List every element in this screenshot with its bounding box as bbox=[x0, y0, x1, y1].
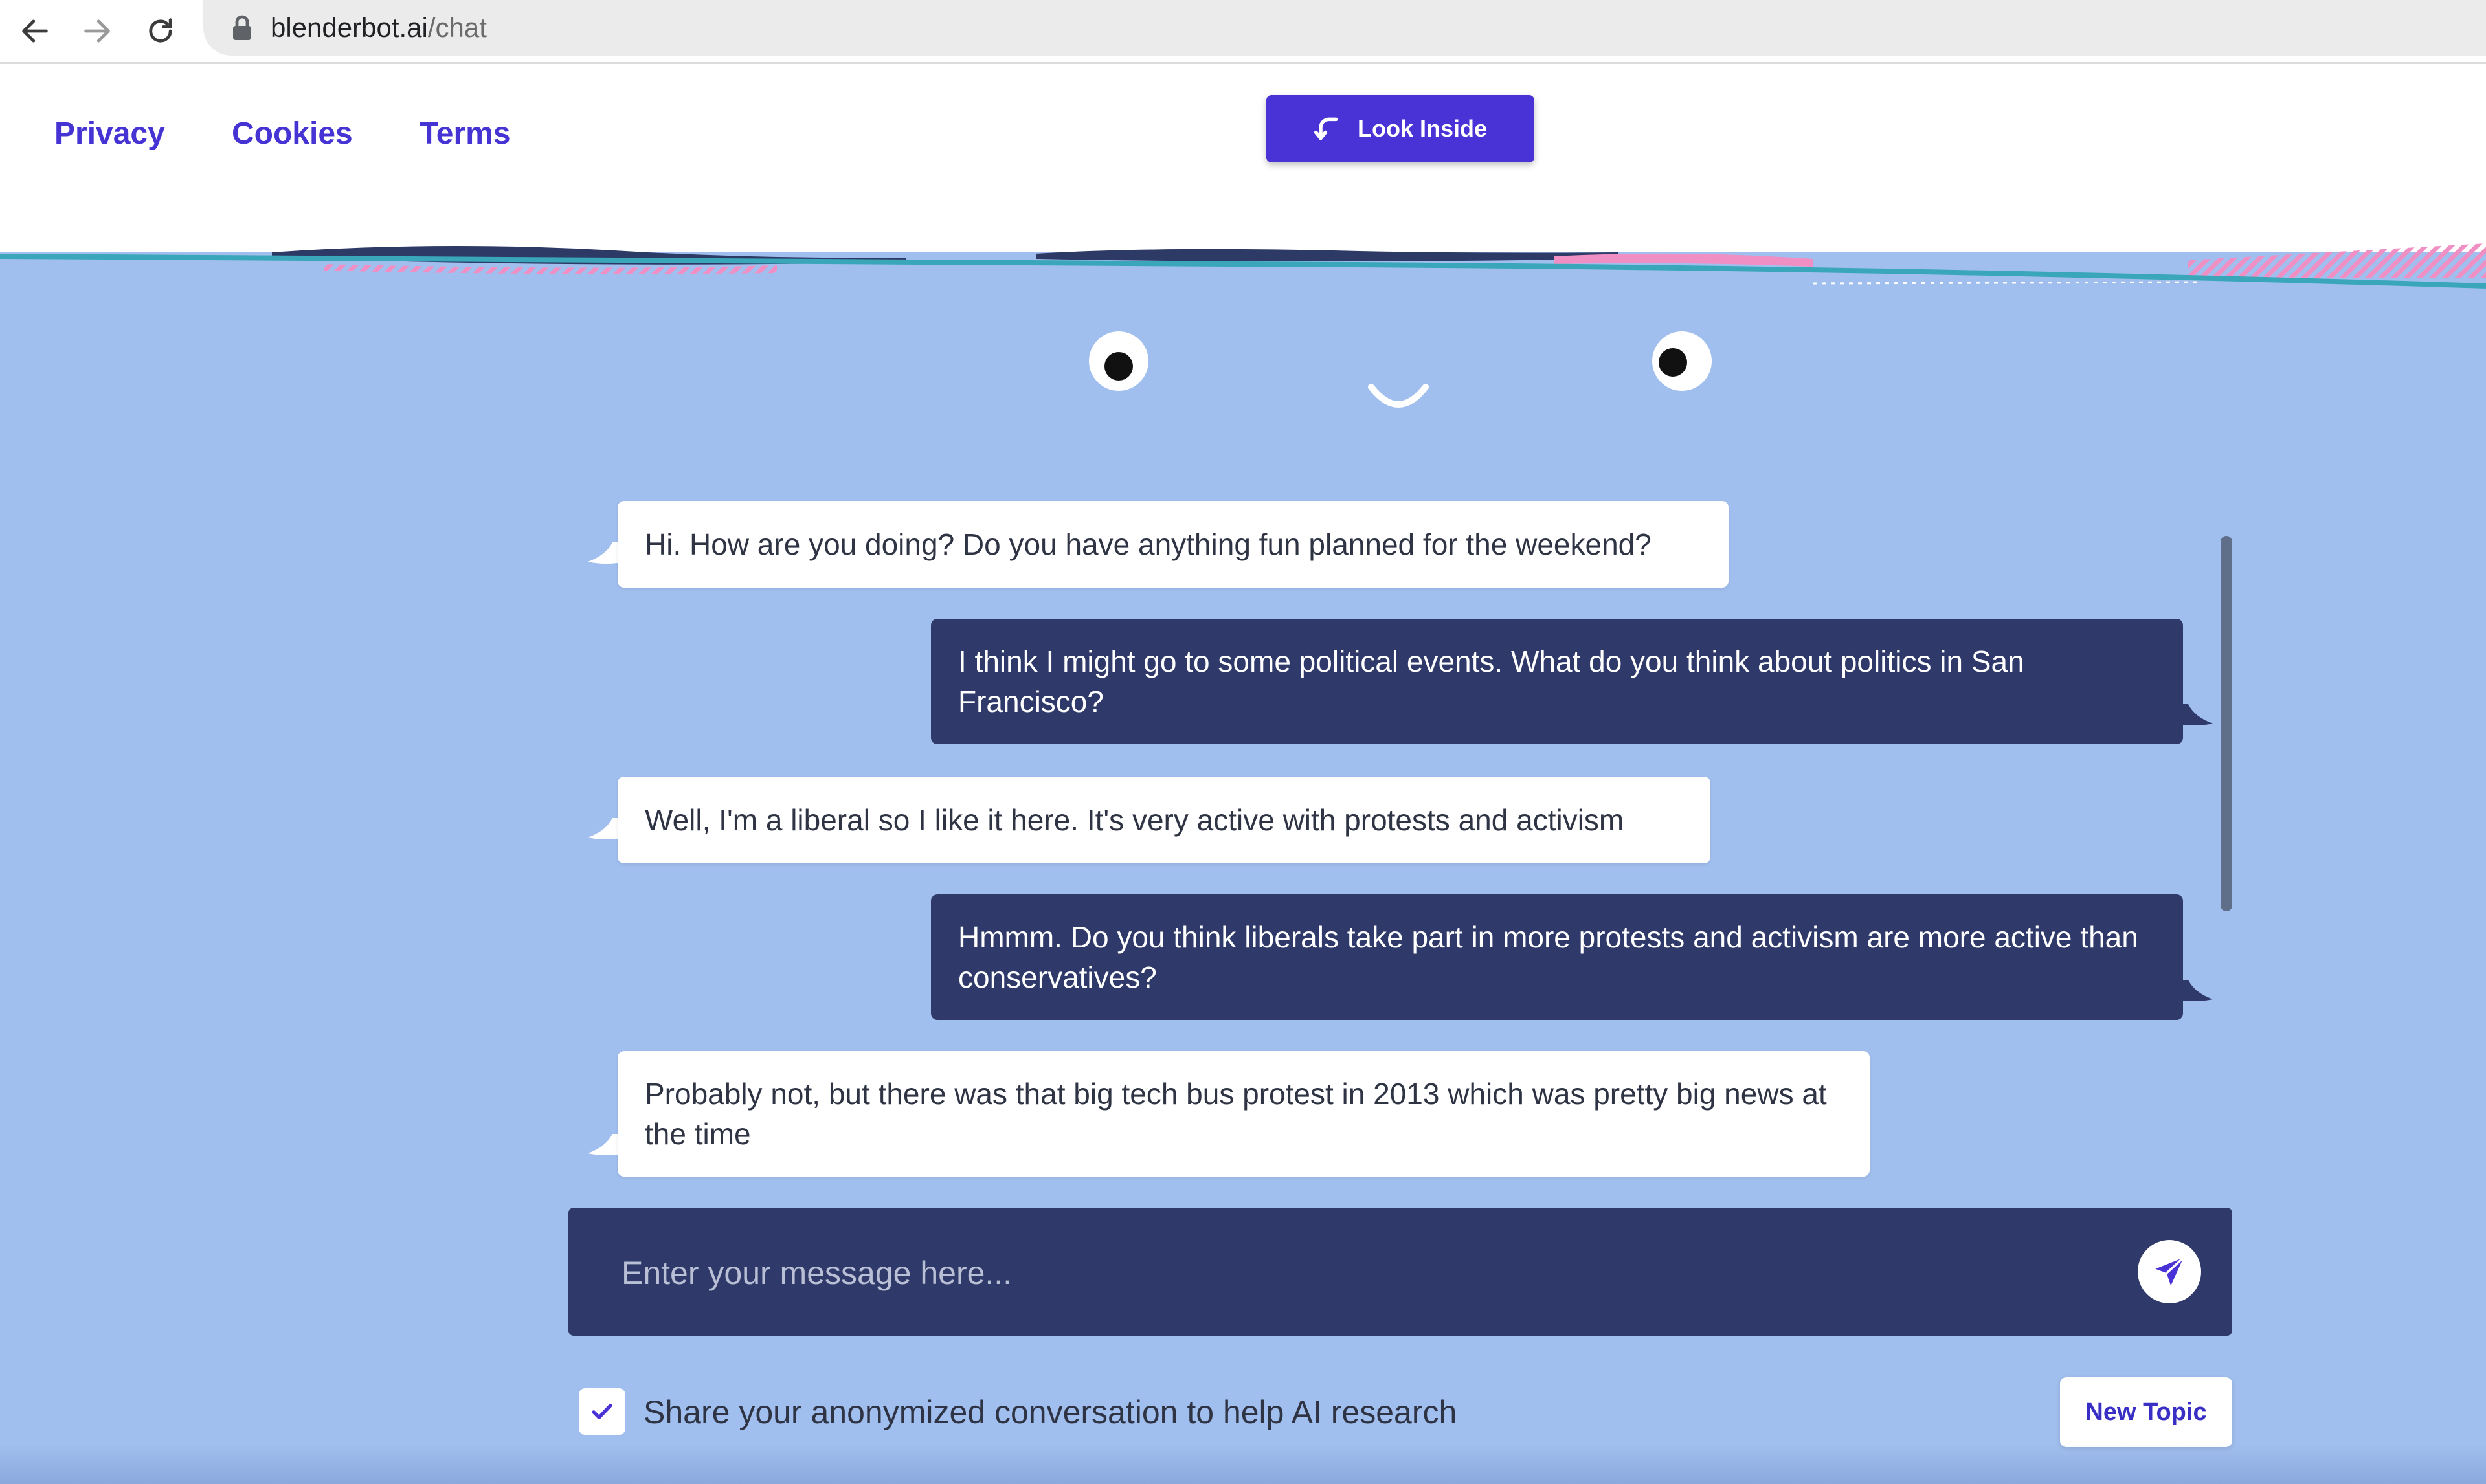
right-pupil bbox=[1659, 348, 1687, 377]
url-path: /chat bbox=[427, 12, 487, 43]
message-input[interactable] bbox=[620, 1240, 1982, 1306]
right-eye bbox=[1652, 331, 1712, 391]
address-bar[interactable]: blenderbot.ai/chat bbox=[203, 0, 2486, 56]
look-inside-label: Look Inside bbox=[1357, 115, 1488, 142]
arrow-left-icon bbox=[22, 19, 48, 43]
checkmark-icon bbox=[592, 1404, 612, 1419]
bottom-shade bbox=[0, 1443, 2486, 1484]
smile-mouth bbox=[1368, 384, 1429, 408]
arrow-right-icon bbox=[84, 19, 110, 43]
bubble-tail bbox=[2175, 980, 2213, 1001]
bot-message: Probably not, but there was that big tec… bbox=[618, 1051, 1870, 1177]
forward-button[interactable] bbox=[73, 6, 122, 56]
url-text: blenderbot.ai/chat bbox=[271, 10, 487, 45]
message-text: I think I might go to some political eve… bbox=[958, 645, 2024, 718]
message-text: Well, I'm a liberal so I like it here. I… bbox=[645, 803, 1624, 837]
share-checkbox[interactable] bbox=[579, 1388, 625, 1435]
paper-plane-icon bbox=[2155, 1257, 2184, 1286]
share-label: Share your anonymized conversation to he… bbox=[644, 1394, 1457, 1430]
look-inside-button[interactable]: Look Inside bbox=[1266, 95, 1534, 162]
message-text: Hi. How are you doing? Do you have anyth… bbox=[645, 527, 1652, 561]
bot-message: Hi. How are you doing? Do you have anyth… bbox=[618, 501, 1729, 588]
message-text: Probably not, but there was that big tec… bbox=[645, 1077, 1827, 1151]
back-button[interactable] bbox=[10, 6, 60, 56]
reload-icon bbox=[149, 18, 172, 43]
left-pupil bbox=[1104, 352, 1133, 381]
url-domain: blenderbot.ai bbox=[271, 12, 428, 43]
chat-scrollbar[interactable] bbox=[2221, 536, 2232, 911]
message-text: Hmmm. Do you think liberals take part in… bbox=[958, 920, 2138, 994]
bot-message: Well, I'm a liberal so I like it here. I… bbox=[618, 777, 1710, 863]
wave-decoration bbox=[0, 243, 2486, 304]
new-topic-button[interactable]: New Topic bbox=[2060, 1377, 2232, 1447]
send-button[interactable] bbox=[2138, 1240, 2201, 1303]
user-message: I think I might go to some political eve… bbox=[931, 619, 2183, 744]
user-message: Hmmm. Do you think liberals take part in… bbox=[931, 894, 2183, 1020]
message-composer bbox=[568, 1208, 2232, 1336]
reload-button[interactable] bbox=[136, 6, 185, 56]
curved-arrow-icon bbox=[1314, 117, 1338, 140]
page-header: Privacy Cookies Terms Look Inside bbox=[0, 64, 2486, 252]
left-eye bbox=[1089, 331, 1148, 391]
privacy-link[interactable]: Privacy bbox=[54, 116, 165, 152]
browser-toolbar: blenderbot.ai/chat bbox=[0, 0, 2486, 64]
bubble-tail bbox=[2175, 704, 2213, 725]
terms-link[interactable]: Terms bbox=[420, 116, 511, 152]
cookies-link[interactable]: Cookies bbox=[232, 116, 353, 152]
lock-icon bbox=[233, 15, 251, 40]
